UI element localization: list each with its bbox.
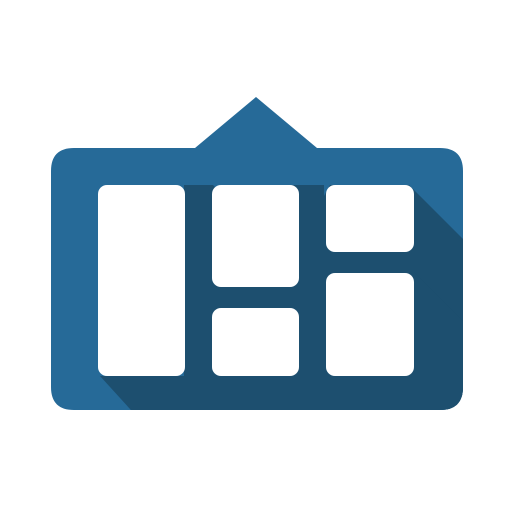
tile-tall-left <box>98 185 185 376</box>
app-icon-canvas <box>0 0 512 512</box>
tile-right-top <box>326 185 414 252</box>
dashboard-tiles-icon <box>51 97 463 410</box>
tile-middle-bottom <box>212 308 299 376</box>
tile-middle-top <box>212 185 299 287</box>
tile-right-bottom <box>326 273 414 376</box>
